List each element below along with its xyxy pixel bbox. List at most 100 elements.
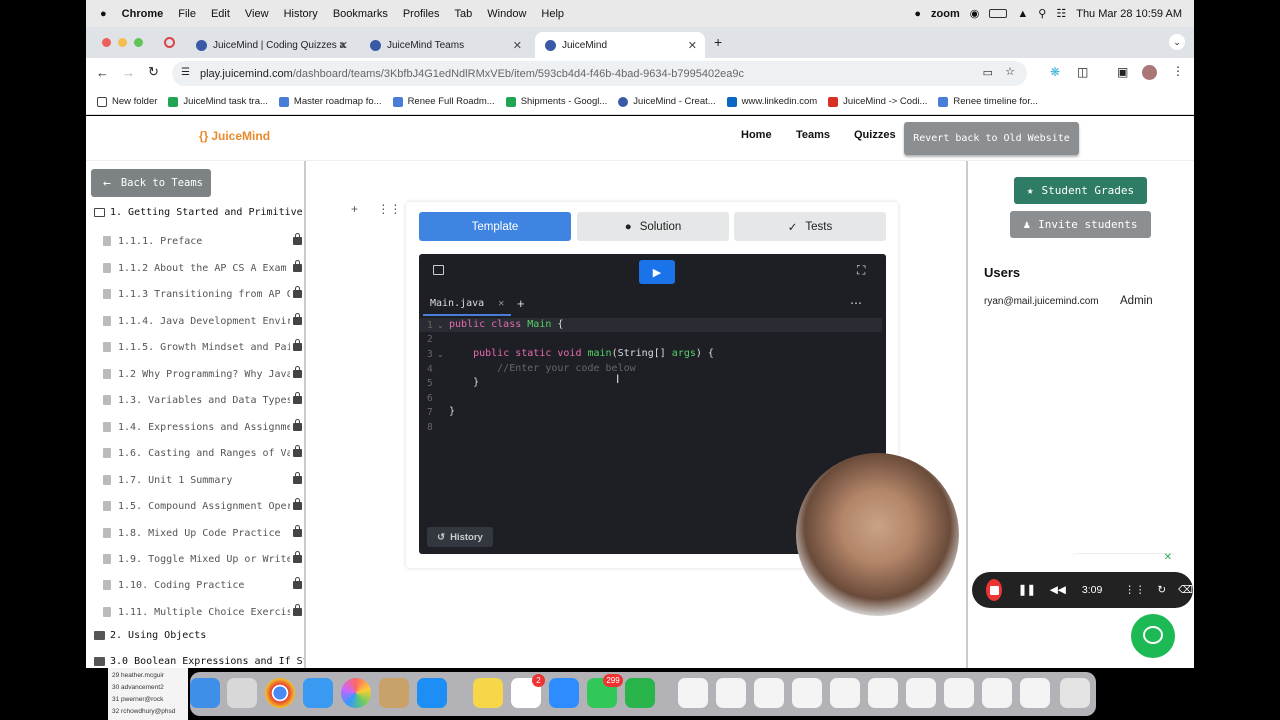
chrome-menu-icon[interactable]: ⋮ [1172, 64, 1184, 78]
close-file-icon[interactable]: ✕ [498, 298, 504, 309]
chapter-1[interactable]: 1. Getting Started and Primitive Types [94, 207, 304, 218]
chapter-3[interactable]: 3.0 Boolean Expressions and If Statement… [94, 656, 304, 667]
minimized-window[interactable] [868, 678, 898, 708]
trash-dock-icon[interactable] [1060, 678, 1090, 708]
lesson-item[interactable]: 1.8. Mixed Up Code Practice [103, 525, 302, 541]
minimize-window-icon[interactable] [118, 38, 127, 47]
tab-juicemind-teams[interactable]: JuiceMind Teams ✕ [360, 32, 530, 58]
invite-students-button[interactable]: ♟ Invite students [1010, 211, 1151, 238]
reload-icon[interactable]: ↻ [148, 64, 159, 80]
tab-template[interactable]: Template [419, 212, 571, 241]
lesson-item[interactable]: 1.7. Unit 1 Summary [103, 472, 302, 488]
minimized-window[interactable] [678, 678, 708, 708]
lesson-item[interactable]: 1.4. Expressions and Assignment Statemen… [103, 419, 302, 435]
bookmark-juicemind-create[interactable]: JuiceMind - Creat... [618, 96, 716, 107]
numbers-icon[interactable] [625, 678, 655, 708]
contacts-icon[interactable] [379, 678, 409, 708]
notes-icon[interactable] [473, 678, 503, 708]
drag-handle-icon[interactable]: ⋮⋮ [377, 202, 401, 216]
close-tab-icon[interactable]: ✕ [339, 39, 348, 52]
tab-solution[interactable]: ● Solution [577, 212, 729, 241]
wifi-icon[interactable]: ▲ [1017, 8, 1028, 20]
tab-coding-quizzes[interactable]: JuiceMind | Coding Quizzes a ✕ [186, 32, 356, 58]
student-grades-button[interactable]: ★ Student Grades [1014, 177, 1147, 204]
zoom-app-icon[interactable] [549, 678, 579, 708]
maximize-window-icon[interactable] [134, 38, 143, 47]
close-window-icon[interactable] [102, 38, 111, 47]
menu-view[interactable]: View [245, 8, 269, 20]
search-icon[interactable]: ⚲ [1038, 7, 1046, 20]
more-options-icon[interactable]: ⋯ [850, 296, 862, 310]
menu-window[interactable]: Window [487, 8, 526, 20]
cast-icon[interactable]: ▭ [983, 66, 993, 79]
back-to-teams-button[interactable]: ← Back to Teams [91, 169, 211, 197]
bookmark-star-icon[interactable]: ☆ [1005, 65, 1015, 78]
lesson-item[interactable]: 1.10. Coding Practice [103, 577, 302, 593]
minimized-window[interactable] [716, 678, 746, 708]
lesson-item[interactable]: 1.1.4. Java Development Environments [103, 313, 302, 329]
lesson-item-current[interactable]: 1.2 Why Programming? Why Java? [103, 366, 302, 382]
finder-icon[interactable] [190, 678, 220, 708]
tab-tests[interactable]: ✓ Tests [734, 212, 886, 241]
tab-juicemind-active[interactable]: JuiceMind ✕ [535, 32, 705, 58]
bookmark-renee-roadmap[interactable]: Renee Full Roadm... [392, 96, 495, 107]
profile-avatar[interactable] [1142, 65, 1157, 80]
menu-chrome[interactable]: Chrome [122, 8, 164, 20]
chrome-icon[interactable] [265, 678, 295, 708]
minimized-window[interactable] [830, 678, 860, 708]
nav-quizzes[interactable]: Quizzes [854, 129, 896, 141]
minimized-window[interactable] [754, 678, 784, 708]
menu-file[interactable]: File [178, 8, 196, 20]
control-center-icon[interactable]: ☷ [1056, 7, 1066, 20]
menu-tab[interactable]: Tab [455, 8, 473, 20]
launchpad-icon[interactable] [227, 678, 257, 708]
rewind-icon[interactable]: ◀◀ [1050, 584, 1066, 596]
bookmark-shipments[interactable]: Shipments - Googl... [505, 96, 607, 107]
recording-tab-icon[interactable] [164, 37, 175, 48]
stop-recording-button[interactable] [986, 579, 1003, 601]
history-button[interactable]: ↺ History [427, 527, 493, 547]
react-devtools-icon[interactable]: ❋ [1050, 65, 1060, 79]
lesson-item[interactable]: 1.9. Toggle Mixed Up or Write Code Pract… [103, 551, 302, 567]
toggle-sidebar-icon[interactable] [433, 265, 444, 275]
lesson-item[interactable]: 1.1.1. Preface [103, 233, 302, 249]
minimized-window[interactable] [792, 678, 822, 708]
sidebar-icon[interactable]: ▣ [1117, 65, 1128, 79]
microphone-icon[interactable]: ● [914, 8, 921, 20]
lesson-item[interactable]: 1.5. Compound Assignment Operators [103, 498, 302, 514]
grid-icon[interactable]: ⋮⋮ [1124, 584, 1145, 596]
menu-help[interactable]: Help [541, 8, 564, 20]
pause-icon[interactable]: ❚❚ [1018, 584, 1036, 596]
fold-arrow-icon[interactable]: ⌄ [437, 350, 444, 359]
file-tab-main-java[interactable]: Main.java ✕ [423, 292, 511, 316]
app-store-icon[interactable] [417, 678, 447, 708]
menu-profiles[interactable]: Profiles [403, 8, 440, 20]
apple-icon[interactable]: ● [100, 8, 107, 20]
minimized-window[interactable] [982, 678, 1012, 708]
nav-teams[interactable]: Teams [796, 129, 830, 141]
site-info-icon[interactable]: ☰ [181, 67, 190, 78]
back-arrow-icon[interactable]: ← [96, 65, 109, 80]
close-tab-icon[interactable]: ✕ [513, 39, 522, 52]
close-icon[interactable]: ✕ [1164, 552, 1172, 563]
juicemind-logo[interactable]: {} JuiceMind [199, 129, 270, 143]
bookmark-master-roadmap[interactable]: Master roadmap fo... [278, 96, 382, 107]
menu-history[interactable]: History [284, 8, 318, 20]
user-row[interactable]: ryan@mail.juicemind.com Admin [984, 289, 1178, 313]
add-file-icon[interactable]: + [517, 296, 525, 311]
photos-icon[interactable] [341, 678, 371, 708]
trash-icon[interactable]: ⌫ [1178, 584, 1193, 596]
bookmark-linkedin[interactable]: www.linkedin.com [726, 96, 817, 107]
menu-edit[interactable]: Edit [211, 8, 230, 20]
zoom-status[interactable]: zoom [931, 8, 960, 20]
mail-icon[interactable] [303, 678, 333, 708]
fold-arrow-icon[interactable]: ⌄ [437, 321, 444, 330]
tab-search-icon[interactable]: ⌄ [1169, 34, 1185, 50]
battery-icon[interactable] [989, 9, 1008, 18]
lesson-item[interactable]: 1.1.5. Growth Mindset and Pair Programmi… [103, 339, 302, 355]
new-tab-icon[interactable]: + [714, 34, 722, 50]
chat-widget-button[interactable] [1131, 614, 1175, 658]
revert-old-website-button[interactable]: Revert back to Old Website [904, 122, 1079, 155]
chapter-2[interactable]: 2. Using Objects [94, 630, 206, 641]
lesson-item[interactable]: 1.1.2 About the AP CS A Exam [103, 260, 302, 276]
